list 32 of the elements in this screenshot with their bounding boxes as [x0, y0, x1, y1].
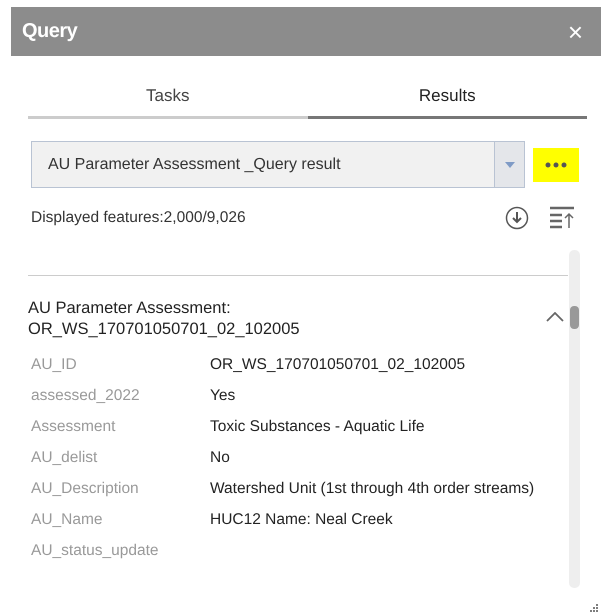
- field-label: AU_status_update: [31, 541, 160, 561]
- tab[interactable]: Tasks: [28, 82, 308, 119]
- field-label: AU_Name: [31, 510, 104, 530]
- scrollbar[interactable]: [569, 250, 580, 588]
- tab[interactable]: Results: [308, 82, 587, 119]
- field-label: assessed_2022: [31, 386, 141, 406]
- field-label: AU_Description: [31, 479, 140, 499]
- field-value: Toxic Substances - Aquatic Life: [210, 417, 426, 437]
- more-button[interactable]: [533, 148, 579, 182]
- dropdown-value: AU Parameter Assessment _Query result: [47, 154, 342, 174]
- download-button[interactable]: [505, 206, 529, 230]
- download-icon: [505, 206, 529, 230]
- field-label: AU_delist: [31, 448, 98, 468]
- field-value: OR_WS_170701050701_02_102005: [210, 355, 466, 375]
- resize-grip-icon[interactable]: [589, 603, 599, 613]
- field-value: HUC12 Name: Neal Creek: [210, 510, 394, 530]
- sort-button[interactable]: [549, 206, 575, 230]
- field-value: Yes: [210, 386, 236, 406]
- displayed-features-text: Displayed features:2,000/9,026: [31, 209, 247, 227]
- caret-icon: [504, 162, 514, 168]
- window-title: Query: [22, 20, 78, 43]
- scrollbar-thumb[interactable]: [570, 306, 579, 329]
- sort-icon: [549, 206, 575, 230]
- field-value: No: [210, 448, 231, 468]
- feature-title: AU Parameter Assessment: OR_WS_170701050701_02_102005: [28, 298, 301, 340]
- field-value: Watershed Unit (1st through 4th order streams): [210, 479, 536, 499]
- result-dropdown[interactable]: AU Parameter Assessment _Query result: [31, 141, 525, 188]
- feature-header[interactable]: AU Parameter Assessment: OR_WS_170701050701_02_102005: [28, 276, 568, 340]
- more-icon: [545, 162, 567, 168]
- field-label: Assessment: [31, 417, 116, 437]
- field-label: AU_ID: [31, 355, 78, 375]
- collapse-icon: [546, 312, 564, 322]
